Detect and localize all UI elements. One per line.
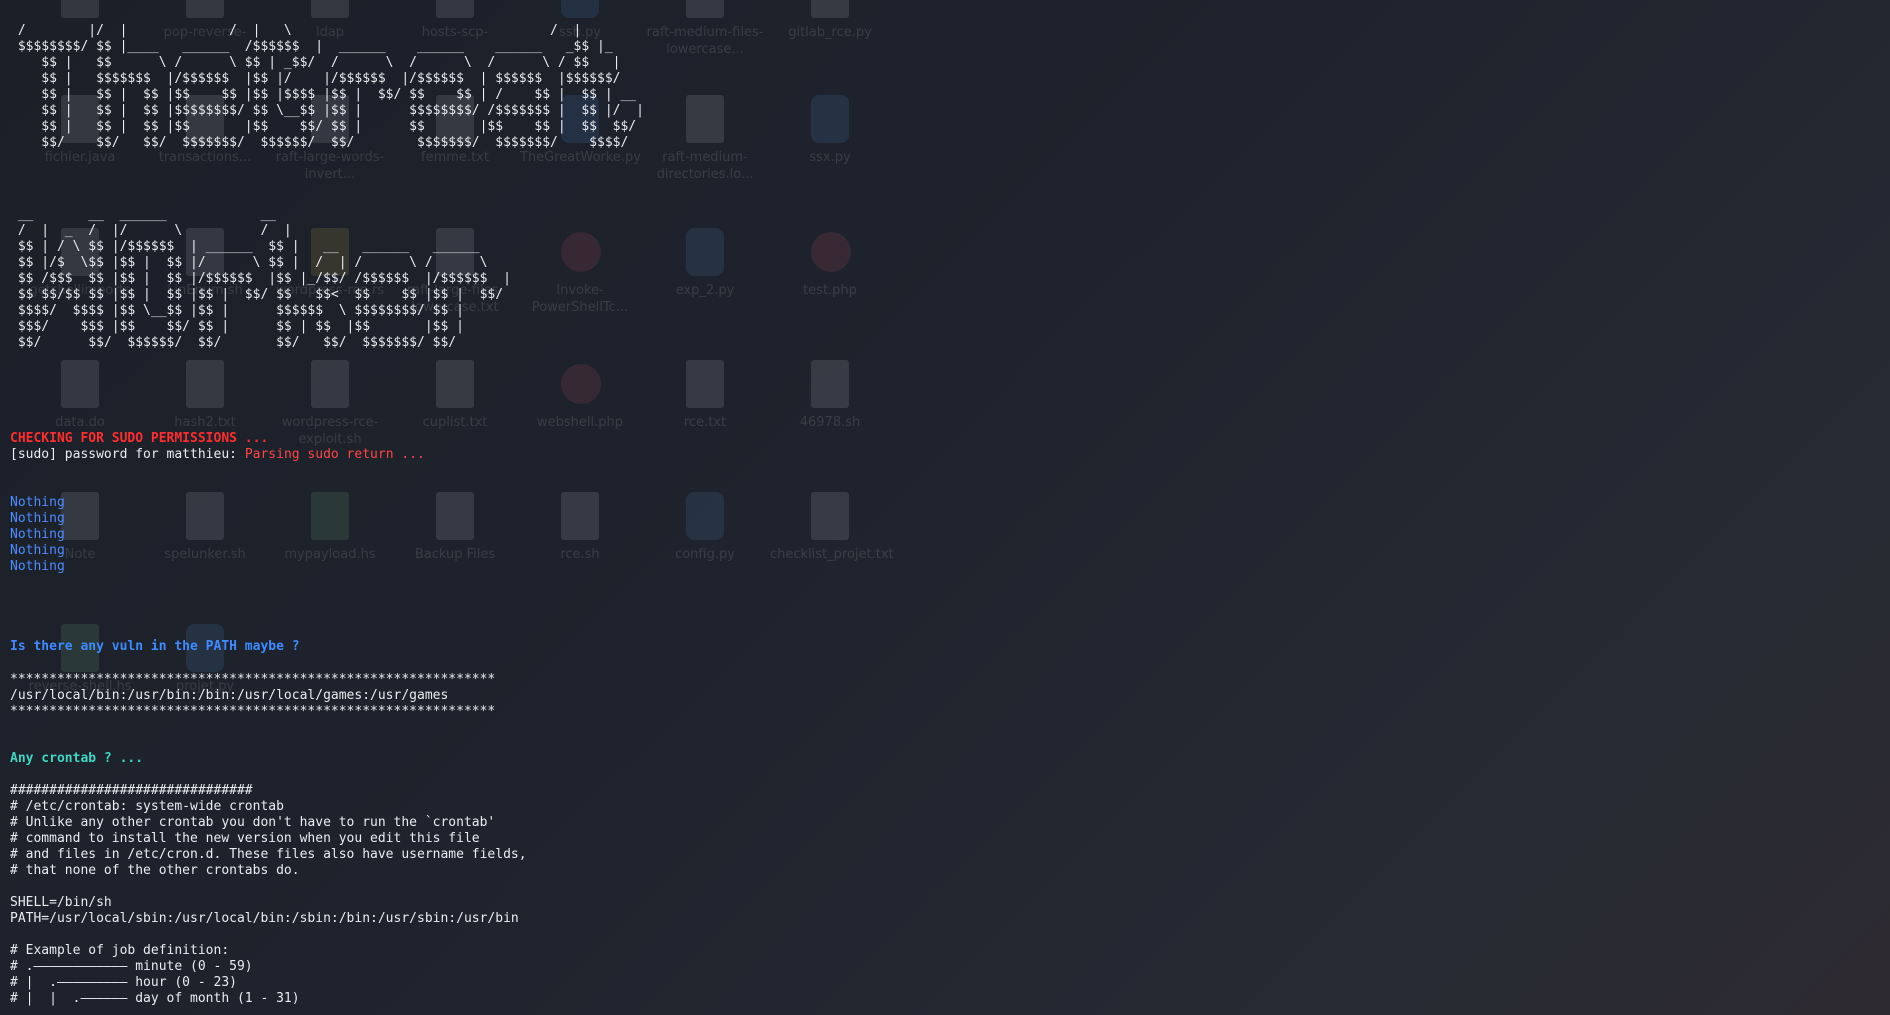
crontab-comment-line: # that none of the other crontabs do. xyxy=(10,863,300,878)
path-value: /usr/local/bin:/usr/bin:/bin:/usr/local/… xyxy=(10,688,449,703)
sudo-prompt: [sudo] password for matthieu: xyxy=(10,447,245,462)
sudo-check-heading: CHECKING FOR SUDO PERMISSIONS ... xyxy=(10,431,269,446)
banner-line: $$ | $$ \ / \ $$ | _$$/ / \ / \ / \ / $$… xyxy=(10,55,621,70)
banner-line: $$/ $$/ $$/ $$$$$$$/ $$$$$$/ $$/ $$$$$$$… xyxy=(10,135,629,150)
stars-divider-top: ****************************************… xyxy=(10,672,496,687)
job-definition-line: # .———————————— minute (0 - 59) xyxy=(10,959,253,974)
banner-line: $$$/ $$$ |$$ $$/ $$ | $$ | $$ |$$ |$$ | xyxy=(10,319,464,334)
nothing-line: Nothing xyxy=(10,495,65,510)
hash-divider: ############################### xyxy=(10,783,253,798)
banner-line: $$ |/$ \$$ |$$ | $$ |/ \ $$ | / | / \ / … xyxy=(10,255,488,270)
banner-line: $$ | / \ $$ |/$$$$$$ | ______ $$ | __ __… xyxy=(10,239,480,254)
job-definition-line: # Example of job definition: xyxy=(10,943,230,958)
banner-line: / | _ / |/ \ / | xyxy=(10,223,292,238)
sudo-parsing-status: Parsing sudo return ... xyxy=(244,447,425,462)
banner-line: $$ | $$ | $$ |$$$$$$$$/ $$ \__$$ |$$ | $… xyxy=(10,103,644,118)
terminal-window[interactable]: / |/ | / | \ / | $$$$$$$$/ $$ |____ ____… xyxy=(0,0,1890,1015)
nothing-line: Nothing xyxy=(10,559,65,574)
banner-line: / |/ | / | \ / | xyxy=(10,23,582,38)
crontab-question: Any crontab ? ... xyxy=(10,751,144,766)
job-definition-line: # | .————————— hour (0 - 23) xyxy=(10,975,237,990)
banner-line: $$ /$$$ $$ |$$ | $$ |/$$$$$$ |$$ |_/$$/ … xyxy=(10,271,511,286)
crontab-comment-line: # and files in /etc/cron.d. These files … xyxy=(10,847,527,862)
nothing-line: Nothing xyxy=(10,511,65,526)
banner-line: $$$$/ $$$$ |$$ \__$$ |$$ | $$$$$$ \ $$$$… xyxy=(10,303,464,318)
banner-line: $$ | $$ | $$ |$$ |$$ $$/ $$ | $$ |$$ $$ … xyxy=(10,119,637,134)
banner-line: __ __ ______ __ xyxy=(10,207,277,222)
banner-line: $$$$$$$$/ $$ |____ ______ /$$$$$$ | ____… xyxy=(10,39,613,54)
path-line: PATH=/usr/local/sbin:/usr/local/bin:/sbi… xyxy=(10,911,519,926)
banner-line: $$ | $$ | $$ |$$ $$ |$$ |$$$$ |$$ | $$/ … xyxy=(10,87,637,102)
nothing-line: Nothing xyxy=(10,543,65,558)
crontab-comment-line: # Unlike any other crontab you don't hav… xyxy=(10,815,496,830)
path-question: Is there any vuln in the PATH maybe ? xyxy=(10,639,300,654)
shell-line: SHELL=/bin/sh xyxy=(10,895,112,910)
stars-divider-bottom: ****************************************… xyxy=(10,704,496,719)
banner-line: $$ $$/$$ $$ |$$ | $$ |$$ | $$/ $$ $$< $$… xyxy=(10,287,504,302)
crontab-comment-line: # command to install the new version whe… xyxy=(10,831,480,846)
sudo-prompt-line: [sudo] password for matthieu: Parsing su… xyxy=(10,447,425,463)
crontab-comment-line: # /etc/crontab: system-wide crontab xyxy=(10,799,284,814)
banner-line: $$/ $$/ $$$$$$/ $$/ $$/ $$/ $$$$$$$/ $$/ xyxy=(10,335,457,350)
job-definition-line: # | | .—————— day of month (1 - 31) xyxy=(10,991,300,1006)
banner-line: $$ | $$$$$$$ |/$$$$$$ |$$ |/ |/$$$$$$ |/… xyxy=(10,71,621,86)
nothing-line: Nothing xyxy=(10,527,65,542)
